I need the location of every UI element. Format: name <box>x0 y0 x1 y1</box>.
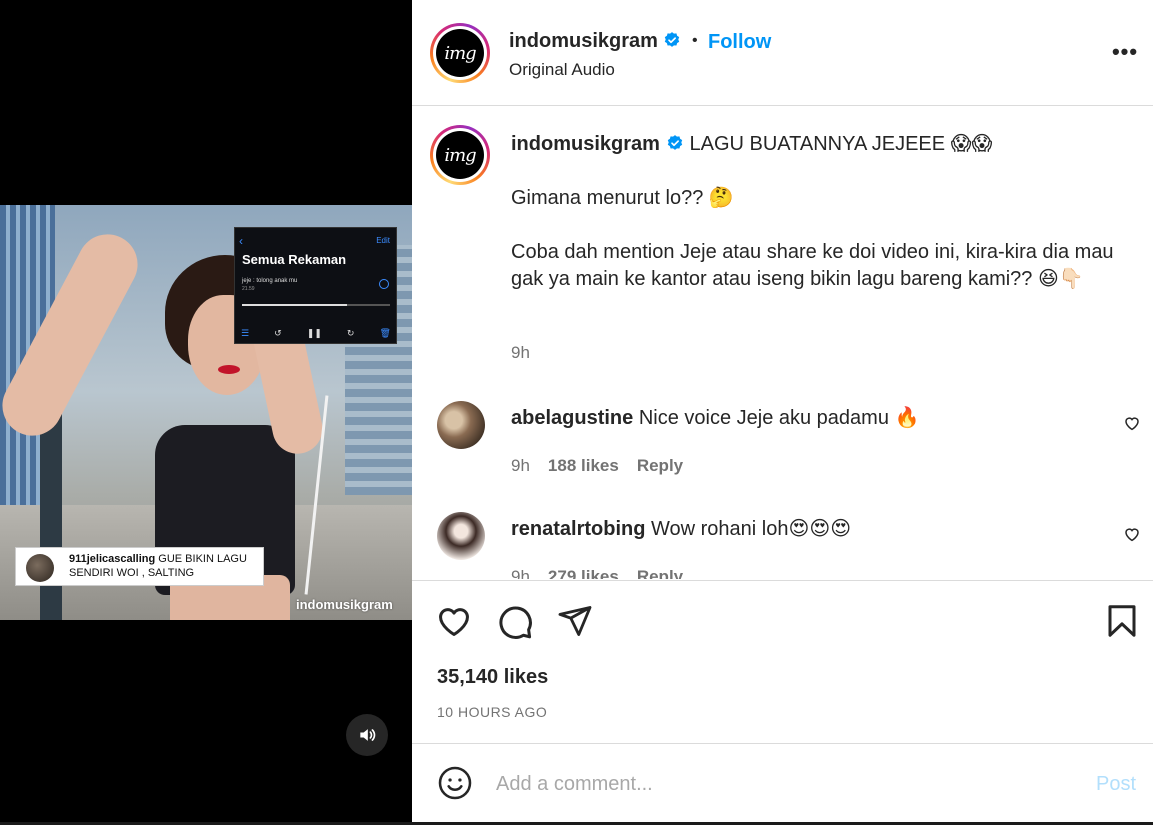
forward-icon: ↻ <box>346 328 355 338</box>
avatar <box>26 554 54 582</box>
caption-line-3: Coba dah mention Jeje atau share ke doi … <box>511 241 1114 290</box>
comment-like-button[interactable] <box>1122 414 1142 434</box>
comment-username[interactable]: abelagustine <box>511 407 633 429</box>
overlay-comment-text: 911jelicascalling GUE BIKIN LAGU SENDIRI… <box>69 552 261 580</box>
more-icon: ••• <box>1111 39 1139 64</box>
mute-toggle-button[interactable] <box>346 714 388 756</box>
add-comment-bar: Post <box>412 745 1153 822</box>
back-chevron-icon: ‹ <box>239 234 243 248</box>
audio-link[interactable]: Original Audio <box>509 60 615 80</box>
comment-meta: 9h 188 likes Reply <box>511 456 683 476</box>
comment-likes[interactable]: 279 likes <box>548 567 619 579</box>
caption-timestamp[interactable]: 9h <box>511 343 530 363</box>
comment-meta: 9h 279 likes Reply <box>511 567 683 579</box>
list-icon: ☰ <box>241 328 250 338</box>
comment-likes[interactable]: 188 likes <box>548 456 619 476</box>
more-options-button[interactable]: ••• <box>1107 39 1143 64</box>
post-timestamp[interactable]: 10 HOURS AGO <box>437 704 547 720</box>
speaker-icon <box>360 729 376 741</box>
voice-recording-overlay: ‹ Edit Semua Rekaman jeje : tolong anak … <box>234 227 397 344</box>
caption-line-1: indomusikgram LAGU BUATANNYA JEJEEE 😱😱 <box>511 131 1121 158</box>
comment-like-button[interactable] <box>1122 525 1142 545</box>
caption-headline: LAGU BUATANNYA JEJEEE 😱😱 <box>683 133 993 155</box>
recording-item-name: jeje : tolong anak mu <box>242 278 298 284</box>
recording-edit-label: Edit <box>376 236 390 245</box>
heart-icon <box>439 608 469 636</box>
like-button[interactable] <box>434 602 474 642</box>
likes-count[interactable]: 35,140 likes <box>437 666 548 689</box>
options-icon <box>379 279 389 289</box>
save-button[interactable] <box>1102 602 1142 642</box>
commenter-avatar[interactable] <box>437 401 485 449</box>
trash-icon: 🗑 <box>379 328 391 338</box>
post-actions: 35,140 likes 10 HOURS AGO <box>412 580 1153 744</box>
emoji-smile-icon <box>438 766 472 800</box>
reply-button[interactable]: Reply <box>637 456 683 476</box>
heart-icon <box>1125 417 1139 431</box>
recording-title: Semua Rekaman <box>242 252 347 267</box>
story-ring[interactable]: img <box>430 23 490 83</box>
caption-story-ring[interactable]: img <box>430 125 490 185</box>
comments-section[interactable]: img indomusikgram LAGU BUATANNYA JEJEEE … <box>412 107 1153 579</box>
follow-button[interactable]: Follow <box>708 31 771 54</box>
post-comment-button[interactable]: Post <box>1096 773 1136 796</box>
reply-button[interactable]: Reply <box>637 567 683 579</box>
comment-text: abelagustine Nice voice Jeje aku padamu … <box>511 405 919 430</box>
recording-duration: 21.59 <box>242 286 255 292</box>
comment-timestamp[interactable]: 9h <box>511 456 530 476</box>
paper-plane-icon <box>558 605 592 636</box>
username-text[interactable]: indomusikgram <box>509 30 658 52</box>
comment-bubble-icon <box>499 606 532 639</box>
media-pane[interactable]: ‹ Edit Semua Rekaman jeje : tolong anak … <box>0 0 412 822</box>
playback-progress <box>242 304 347 306</box>
avatar[interactable]: img <box>436 29 484 77</box>
caption-username[interactable]: indomusikgram <box>511 133 660 155</box>
header-username[interactable]: indomusikgram <box>509 30 681 53</box>
avatar[interactable]: img <box>436 131 484 179</box>
caption-line-2: Gimana menurut lo?? 🤔 <box>511 187 734 209</box>
watermark: indomusikgram <box>296 597 393 612</box>
separator-dot: • <box>692 32 698 49</box>
pause-icon: ❚❚ <box>306 328 322 338</box>
comment-username[interactable]: renatalrtobing <box>511 518 645 540</box>
lips <box>218 365 240 374</box>
caption: indomusikgram LAGU BUATANNYA JEJEEE 😱😱 G… <box>511 131 1121 320</box>
comment-timestamp[interactable]: 9h <box>511 567 530 579</box>
post-side-panel: img indomusikgram • Follow Original Audi… <box>412 0 1153 822</box>
heart-icon <box>1125 528 1139 542</box>
comment-text: renatalrtobing Wow rohani loh😍😍😍 <box>511 516 851 541</box>
comment-input[interactable] <box>496 767 1056 801</box>
verified-badge-icon <box>667 135 683 150</box>
comment-body: Wow rohani loh😍😍😍 <box>645 518 852 540</box>
emoji-picker-button[interactable] <box>436 765 474 803</box>
comment-body: Nice voice Jeje aku padamu 🔥 <box>633 407 920 429</box>
comment-button[interactable] <box>495 602 535 642</box>
commenter-avatar[interactable] <box>437 512 485 560</box>
overlay-comment-user: 911jelicascalling <box>69 553 156 565</box>
rewind-icon: ↺ <box>274 328 282 338</box>
bookmark-icon <box>1108 604 1136 637</box>
playback-controls: ☰ ↺ ❚❚ ↻ 🗑 <box>241 328 391 339</box>
verified-badge-icon <box>665 32 680 47</box>
video-frame[interactable]: ‹ Edit Semua Rekaman jeje : tolong anak … <box>0 205 412 620</box>
overlay-comment-card: 911jelicascalling GUE BIKIN LAGU SENDIRI… <box>15 547 264 586</box>
share-button[interactable] <box>555 602 595 642</box>
post-header: img indomusikgram • Follow Original Audi… <box>412 0 1153 106</box>
